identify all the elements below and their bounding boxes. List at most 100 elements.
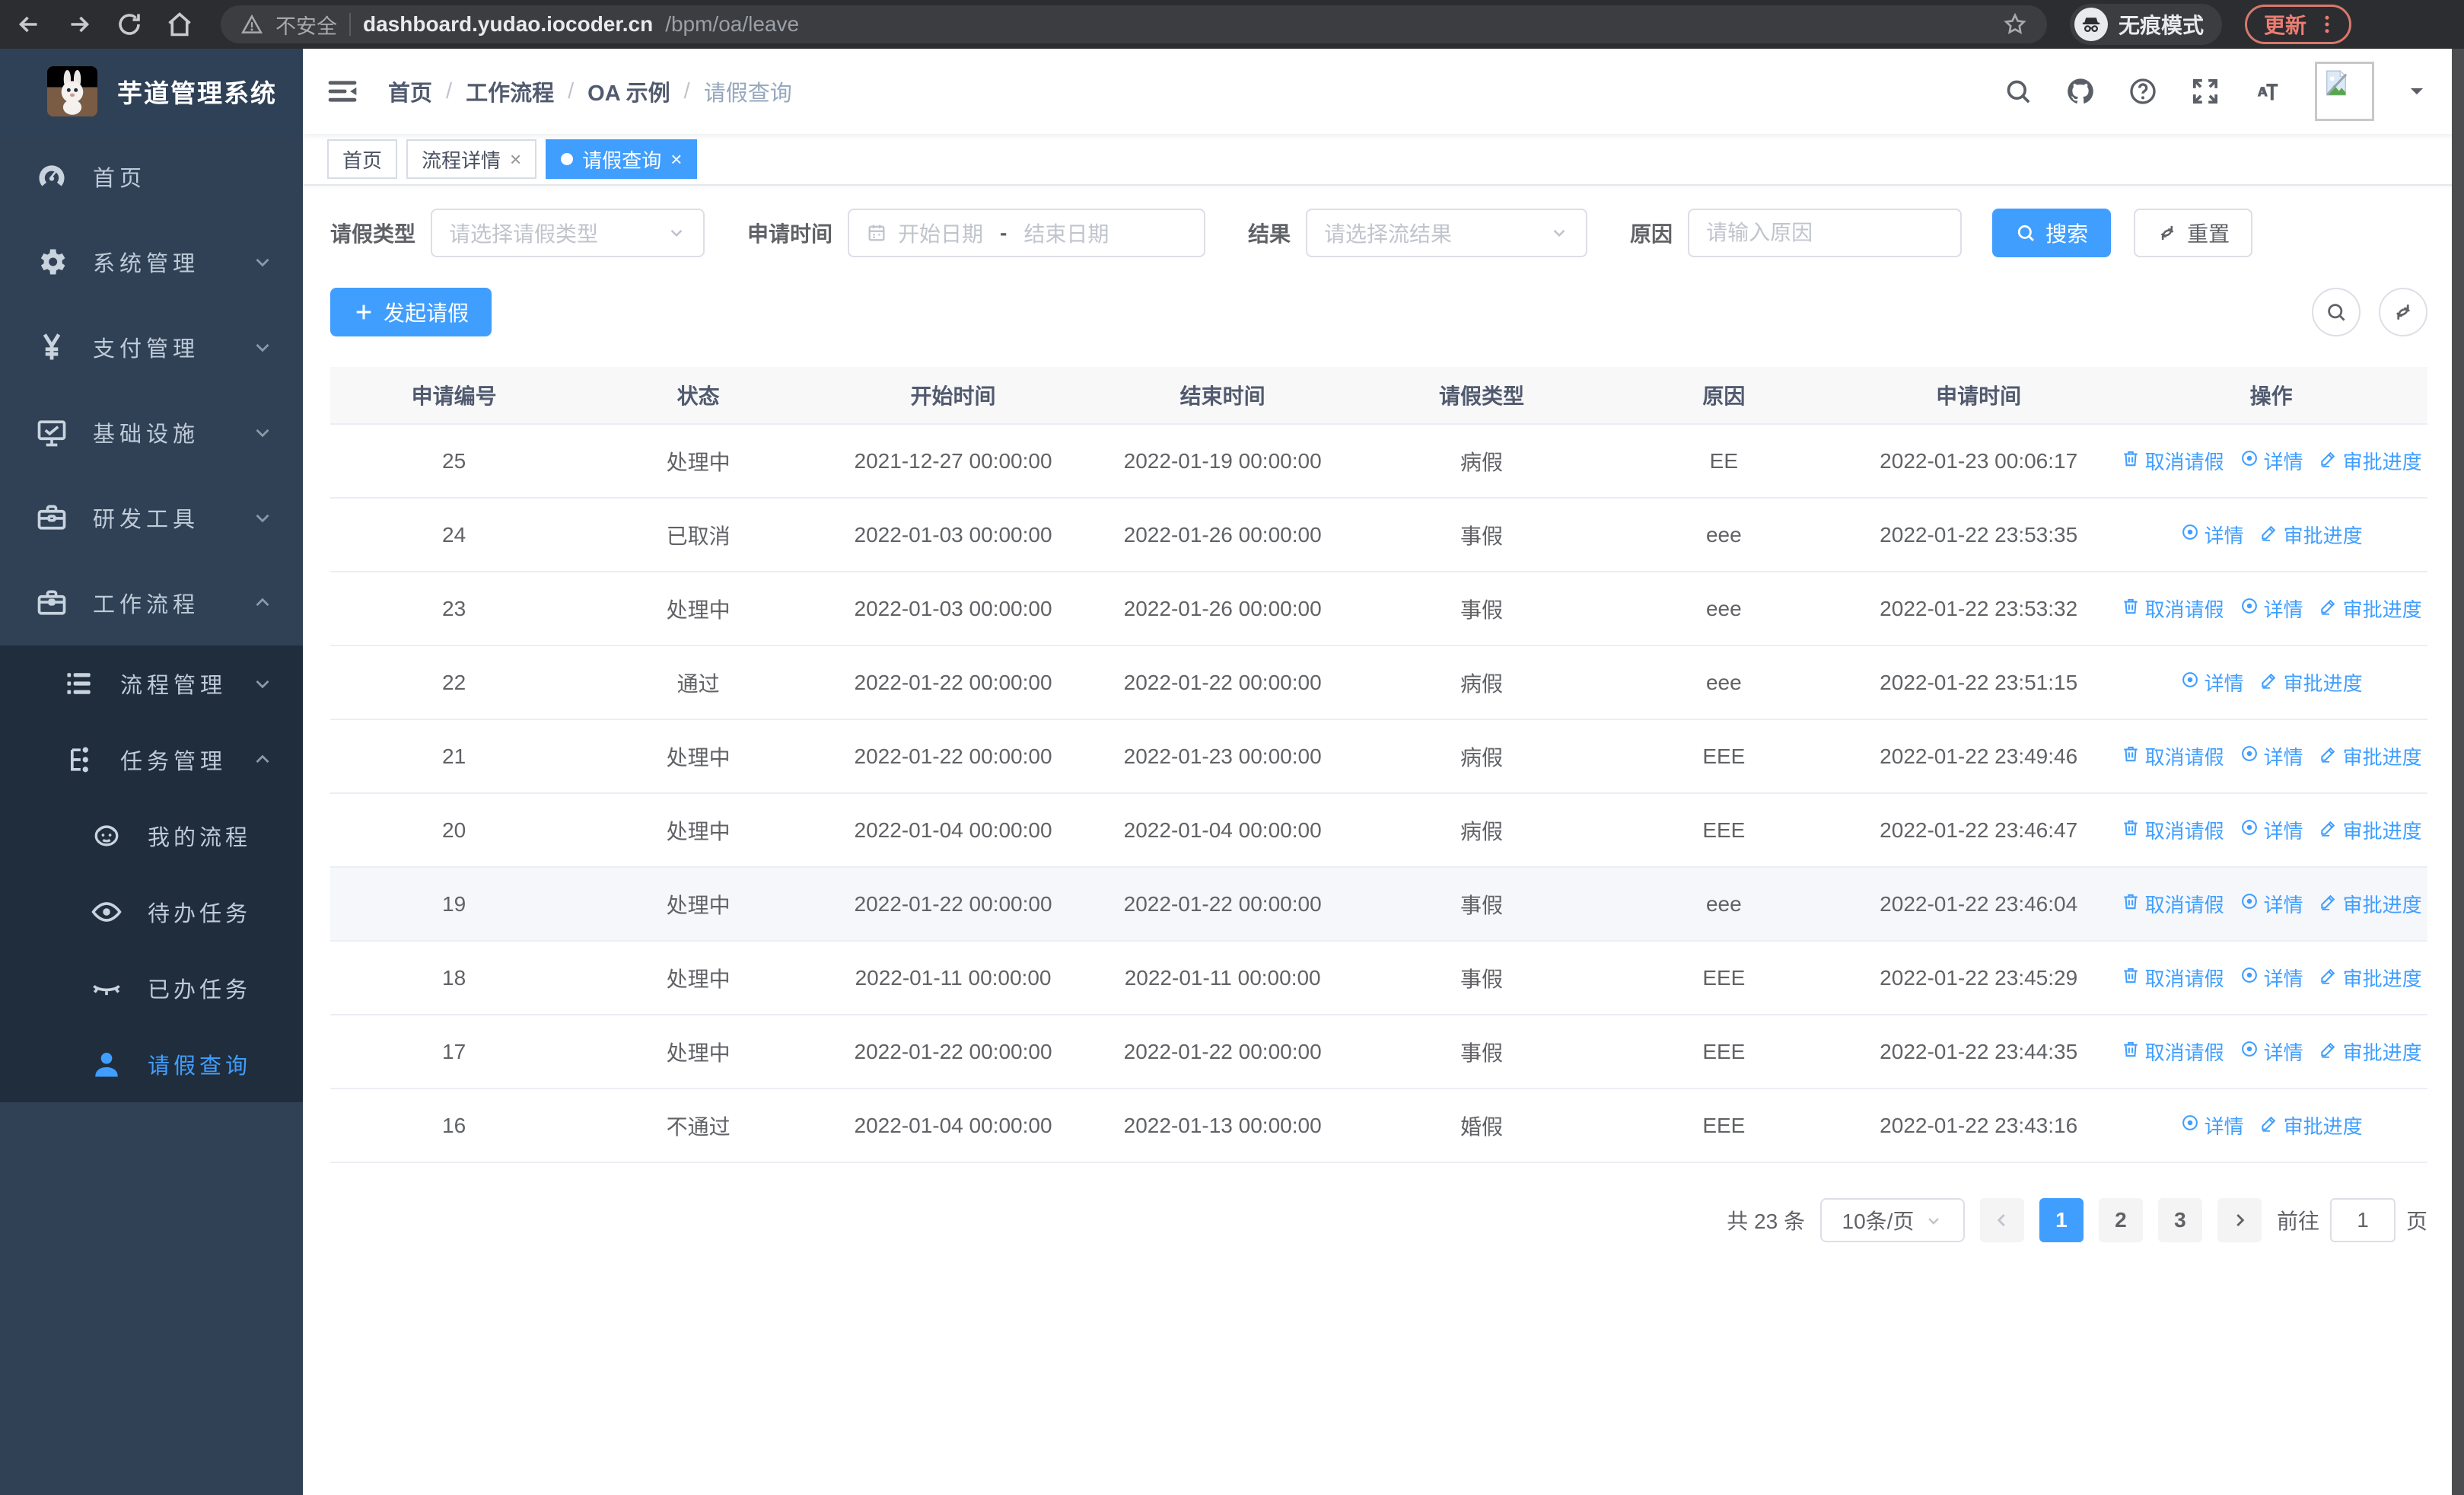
sidebar-item-sub-0[interactable]: 流程管理 — [0, 645, 303, 722]
prev-page-button[interactable] — [1979, 1198, 2024, 1242]
cancel-leave-link[interactable]: 取消请假 — [2121, 890, 2224, 918]
progress-link[interactable]: 审批进度 — [2319, 742, 2422, 770]
progress-link[interactable]: 审批进度 — [2319, 890, 2422, 918]
detail-link[interactable]: 详情 — [2240, 1038, 2303, 1066]
progress-link[interactable]: 审批进度 — [2259, 521, 2363, 549]
table-row: 17 处理中 2022-01-22 00:00:00 2022-01-22 00:00… — [330, 1015, 2427, 1089]
detail-link[interactable]: 详情 — [2180, 1111, 2244, 1140]
detail-link[interactable]: 详情 — [2240, 816, 2303, 844]
sidebar-item-sub-4[interactable]: 已办任务 — [0, 950, 303, 1026]
help-icon[interactable] — [2128, 76, 2158, 107]
cancel-leave-link[interactable]: 取消请假 — [2121, 816, 2224, 844]
search-icon[interactable] — [2003, 76, 2033, 107]
tab-首页[interactable]: 首页 — [327, 139, 398, 179]
pagination: 共 23 条 10条/页 123 前往 页 — [330, 1198, 2427, 1242]
progress-link[interactable]: 审批进度 — [2319, 816, 2422, 844]
tab-请假查询[interactable]: 请假查询 × — [546, 139, 698, 179]
edit-icon — [2319, 596, 2338, 621]
progress-link[interactable]: 审批进度 — [2259, 1111, 2363, 1140]
forward-icon[interactable] — [65, 11, 93, 38]
progress-link[interactable]: 审批进度 — [2319, 447, 2422, 475]
browser-scrollbar[interactable] — [2452, 49, 2464, 1495]
monitor-icon — [35, 416, 68, 449]
url-bar[interactable]: 不安全 dashboard.yudao.iocoder.cn /bpm/oa/l… — [221, 5, 2047, 43]
sidebar-item-sub-1[interactable]: 任务管理 — [0, 722, 303, 798]
page-button-3[interactable]: 3 — [2157, 1198, 2202, 1242]
plus-icon — [356, 304, 371, 320]
action-label: 详情 — [2263, 451, 2303, 473]
progress-link[interactable]: 审批进度 — [2259, 668, 2363, 696]
detail-link[interactable]: 详情 — [2240, 742, 2303, 770]
sidebar-item-top-1[interactable]: 系统管理 — [0, 219, 303, 304]
cell-结束时间: 2022-01-22 00:00:00 — [1123, 1039, 1322, 1063]
edit-icon — [2319, 818, 2338, 843]
progress-link[interactable]: 审批进度 — [2319, 964, 2422, 992]
range-separator: - — [1000, 221, 1008, 244]
leave-type-select[interactable]: 请选择请假类型 — [431, 209, 705, 257]
create-leave-button[interactable]: 发起请假 — [330, 288, 492, 336]
cell-申请编号: 16 — [442, 1113, 466, 1137]
sidebar-item-label: 请假查询 — [148, 1054, 252, 1079]
page-button-2[interactable]: 2 — [2098, 1198, 2143, 1242]
user-avatar[interactable] — [2315, 62, 2374, 121]
cell-actions: 取消请假 详情 审批进度 — [2115, 742, 2427, 770]
detail-link[interactable]: 详情 — [2180, 668, 2244, 696]
refresh-table-button[interactable] — [2379, 288, 2427, 336]
github-icon[interactable] — [2065, 76, 2096, 107]
cancel-leave-link[interactable]: 取消请假 — [2121, 594, 2224, 623]
back-icon[interactable] — [15, 11, 43, 38]
hamburger-icon[interactable] — [326, 75, 359, 108]
detail-link[interactable]: 详情 — [2240, 890, 2303, 918]
close-icon[interactable]: × — [670, 149, 682, 169]
view-icon — [2240, 818, 2259, 843]
detail-link[interactable]: 详情 — [2180, 521, 2244, 549]
next-page-button[interactable] — [2217, 1198, 2262, 1242]
progress-link[interactable]: 审批进度 — [2319, 1038, 2422, 1066]
close-icon[interactable]: × — [510, 149, 521, 169]
cell-申请时间: 2022-01-22 23:46:47 — [1880, 818, 2078, 842]
app-logo[interactable]: 芋道管理系统 — [0, 49, 303, 134]
browser-update-button[interactable]: 更新 — [2245, 5, 2352, 44]
page-button-1[interactable]: 1 — [2039, 1198, 2084, 1242]
sidebar-item-top-2[interactable]: 支付管理 — [0, 304, 303, 390]
detail-link[interactable]: 详情 — [2240, 594, 2303, 623]
breadcrumb-item[interactable]: OA 示例 — [587, 75, 670, 107]
bookmark-star-icon[interactable] — [2003, 12, 2027, 37]
search-button[interactable]: 搜索 — [1992, 209, 2112, 257]
detail-link[interactable]: 详情 — [2240, 447, 2303, 475]
show-search-button[interactable] — [2312, 288, 2361, 336]
sidebar-item-sub-5[interactable]: 请假查询 — [0, 1026, 303, 1102]
detail-link[interactable]: 详情 — [2240, 964, 2303, 992]
date-range-picker[interactable]: 开始日期 - 结束日期 — [848, 209, 1206, 257]
sidebar-item-sub-2[interactable]: 我的流程 — [0, 798, 303, 874]
cell-请假类型: 病假 — [1460, 745, 1504, 770]
page-size-select[interactable]: 10条/页 — [1819, 1198, 1965, 1242]
cell-申请时间: 2022-01-22 23:45:29 — [1880, 965, 2078, 990]
robot-icon — [90, 819, 123, 853]
tab-流程详情[interactable]: 流程详情 × — [406, 139, 537, 179]
sidebar-item-sub-3[interactable]: 待办任务 — [0, 874, 303, 950]
sidebar-item-top-5[interactable]: 工作流程 — [0, 560, 303, 645]
reason-input[interactable] — [1706, 221, 1944, 245]
font-size-icon[interactable] — [2252, 76, 2283, 107]
home-icon[interactable] — [166, 11, 193, 38]
breadcrumb-item[interactable]: 工作流程 — [466, 75, 554, 107]
goto-page-input[interactable] — [2329, 1198, 2396, 1242]
reset-button[interactable]: 重置 — [2134, 209, 2253, 257]
sidebar-item-top-4[interactable]: 研发工具 — [0, 475, 303, 560]
cell-申请时间: 2022-01-22 23:53:35 — [1880, 522, 2078, 547]
cancel-leave-link[interactable]: 取消请假 — [2121, 742, 2224, 770]
cancel-leave-link[interactable]: 取消请假 — [2121, 1038, 2224, 1066]
sidebar-item-top-0[interactable]: 首页 — [0, 134, 303, 219]
chevron-down-icon[interactable] — [2406, 81, 2427, 102]
fullscreen-icon[interactable] — [2190, 76, 2220, 107]
cancel-leave-link[interactable]: 取消请假 — [2121, 964, 2224, 992]
sidebar-item-top-3[interactable]: 基础设施 — [0, 390, 303, 475]
cancel-leave-link[interactable]: 取消请假 — [2121, 447, 2224, 475]
reload-icon[interactable] — [116, 11, 143, 38]
cell-申请编号: 17 — [442, 1039, 466, 1063]
progress-link[interactable]: 审批进度 — [2319, 594, 2422, 623]
result-select[interactable]: 请选择流结果 — [1306, 209, 1588, 257]
breadcrumb-item[interactable]: 首页 — [388, 75, 432, 107]
tab-label: 请假查询 — [582, 148, 662, 172]
